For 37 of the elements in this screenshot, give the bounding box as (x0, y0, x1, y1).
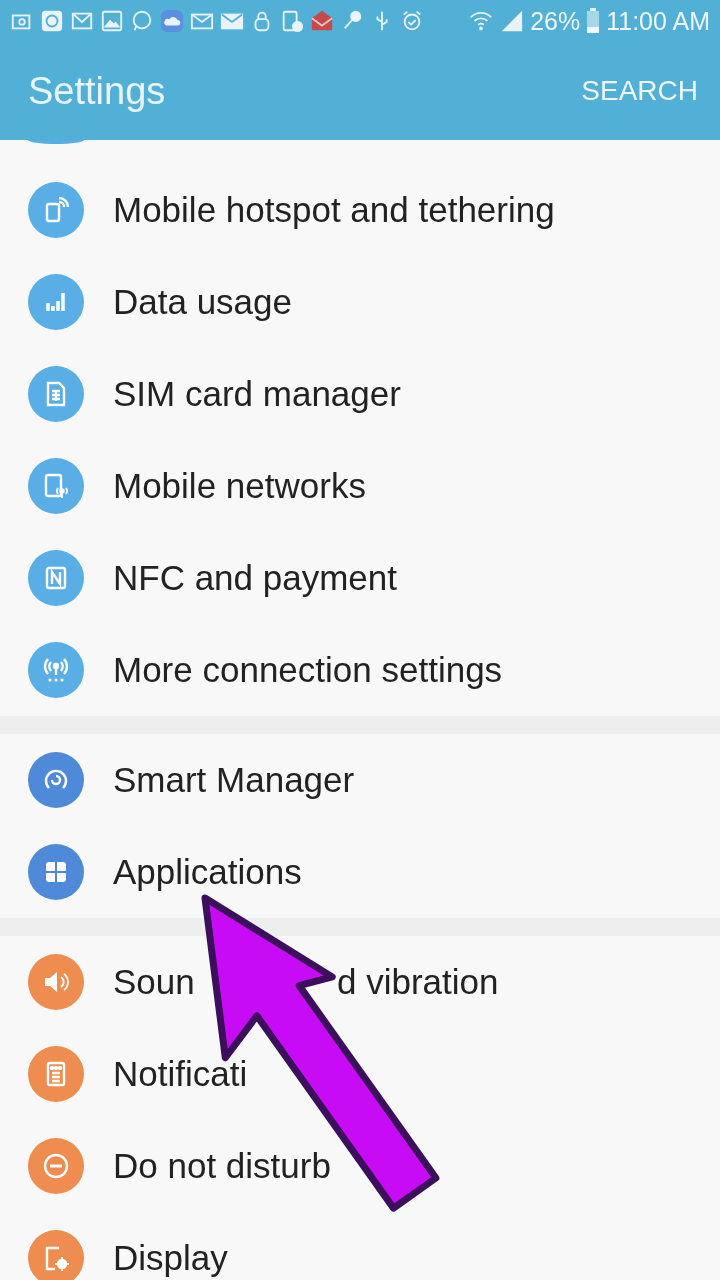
image-icon (100, 9, 124, 33)
minus-circle-icon (41, 1151, 71, 1181)
setting-label: Do not disturb (113, 1146, 331, 1186)
setting-label-part: d vibration (337, 962, 499, 1002)
settings-item[interactable]: Applications (0, 826, 720, 918)
settings-item[interactable]: Mobile hotspot and tethering (0, 164, 720, 256)
settings-item[interactable]: Smart Manager (0, 734, 720, 826)
signal-icon (500, 9, 525, 33)
setting-label-part: Soun (113, 962, 196, 1002)
setting-label: More connection settings (113, 650, 503, 690)
settings-item[interactable]: Soun d vibration (0, 936, 720, 1028)
cloud-icon (160, 9, 184, 33)
tablet-clock-icon (280, 9, 304, 33)
setting-label: Applications (113, 852, 302, 892)
settings-item[interactable]: SIM card manager (0, 348, 720, 440)
chat-bubble-icon (130, 9, 154, 33)
settings-item[interactable]: NFC and payment (0, 532, 720, 624)
screen-title: Settings (28, 69, 166, 113)
setting-label: Mobile networks (113, 466, 366, 506)
setting-label: Display (113, 1238, 228, 1278)
chat-app-icon (40, 9, 64, 33)
settings-item[interactable]: Data usage (0, 256, 720, 348)
settings-item[interactable]: More connection settings (0, 624, 720, 716)
setting-label: NFC and payment (113, 558, 398, 598)
settings-item[interactable]: Do not disturb (0, 1120, 720, 1212)
setting-label: Data usage (113, 282, 293, 322)
clock-time: 11:00 AM (606, 6, 710, 36)
setting-label: Mobile hotspot and tethering (113, 190, 555, 230)
settings-item[interactable]: Notificati (0, 1028, 720, 1120)
setting-label: SIM card manager (113, 374, 401, 414)
open-envelope-icon (310, 9, 334, 33)
settings-item[interactable]: Display (0, 1212, 720, 1280)
battery-icon (586, 8, 601, 34)
setting-label: Smart Manager (113, 760, 355, 800)
settings-item[interactable]: Mobile networks (0, 440, 720, 532)
battery-percent: 26% (530, 6, 581, 36)
setting-label-part: Notificati (113, 1054, 248, 1094)
